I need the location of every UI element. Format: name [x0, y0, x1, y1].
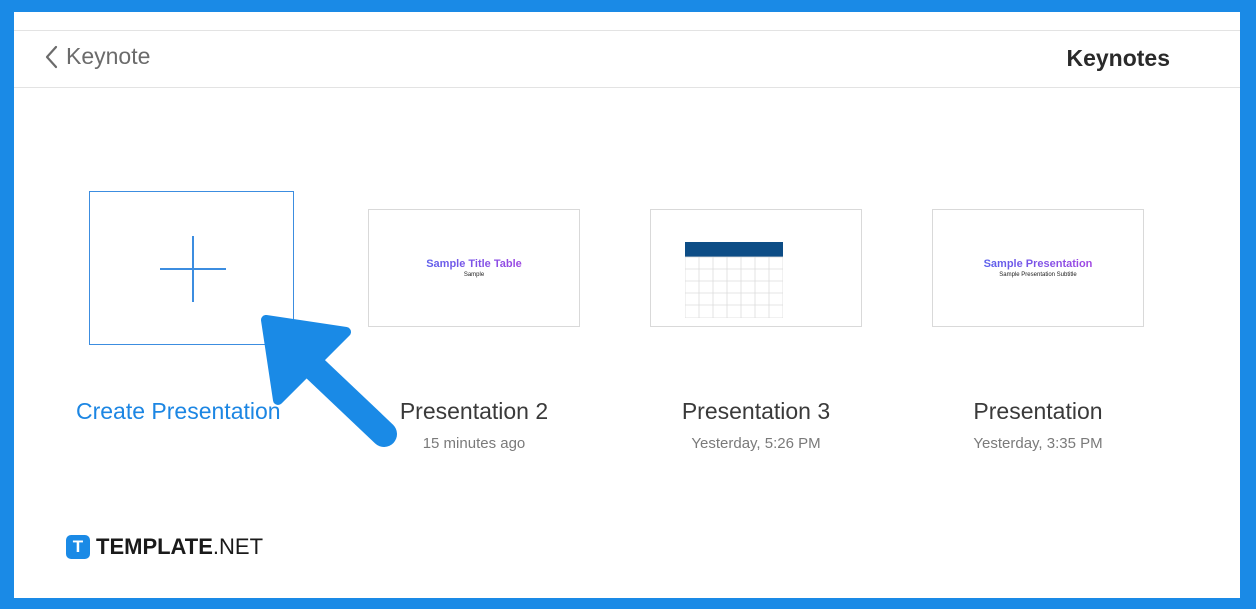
pointer-arrow-icon	[261, 315, 397, 447]
presentation-date: Yesterday, 3:35 PM	[973, 435, 1103, 452]
brand-logo: T TEMPLATE.NET	[66, 534, 263, 560]
create-presentation-label[interactable]: Create Presentation	[76, 398, 281, 425]
chevron-left-icon	[45, 45, 58, 68]
thumbnail-subtitle: Sample	[463, 272, 485, 278]
app-window: Keynote Keynotes Create Presentation Sam…	[14, 12, 1240, 598]
presentation-name[interactable]: Presentation	[908, 398, 1168, 425]
thumbnail-subtitle: Sample Presentation Subtitle	[999, 272, 1077, 278]
thumbnail-title: Sample Title Table	[369, 258, 579, 270]
brand-name: TEMPLATE	[96, 534, 213, 559]
table-preview	[685, 242, 783, 318]
back-button[interactable]: Keynote	[44, 43, 150, 70]
presentation-thumbnail[interactable]	[650, 209, 862, 327]
template-logo-icon: T	[66, 535, 90, 559]
presentation-date: Yesterday, 5:26 PM	[691, 435, 821, 452]
plus-icon	[160, 236, 226, 302]
navigation-bar: Keynote Keynotes	[14, 30, 1240, 88]
presentation-name[interactable]: Presentation 3	[626, 398, 886, 425]
thumbnail-title: Sample Presentation	[933, 258, 1143, 270]
presentation-thumbnail[interactable]: Sample Presentation Sample Presentation …	[932, 209, 1144, 327]
presentation-thumbnail[interactable]: Sample Title Table Sample	[368, 209, 580, 327]
page-title: Keynotes	[1066, 45, 1170, 71]
back-label: Keynote	[66, 43, 151, 69]
brand-suffix: .NET	[212, 534, 264, 559]
